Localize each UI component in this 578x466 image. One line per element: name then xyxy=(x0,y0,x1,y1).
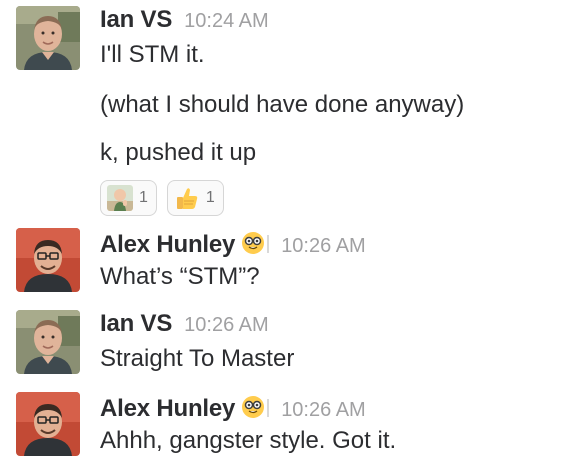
author-name[interactable]: Ian VS xyxy=(100,310,172,338)
message-content: Ian VS 10:24 AM I'll STM it. (what I sho… xyxy=(100,6,578,216)
timestamp[interactable]: 10:26 AM xyxy=(184,314,269,337)
message-header: Alex Hunley 10:26 AM xyxy=(100,228,578,260)
message-header: Ian VS 10:26 AM xyxy=(100,310,578,342)
message-text: Ahhh, gangster style. Got it. xyxy=(100,427,397,454)
avatar[interactable] xyxy=(16,392,80,456)
message-content: Ian VS 10:26 AM Straight To Master xyxy=(100,310,578,374)
reaction-count: 1 xyxy=(139,189,148,206)
author-name[interactable]: Ian VS xyxy=(100,6,172,34)
message-header: Alex Hunley 10:26 AM xyxy=(100,392,578,424)
message-text: What’s “STM”? xyxy=(100,263,260,290)
reaction-count: 1 xyxy=(205,189,215,206)
author-name[interactable]: Alex Hunley xyxy=(100,395,235,423)
message-content: Alex Hunley 10:26 AM Ahhh, gangster styl… xyxy=(100,392,578,456)
reaction-success-kid[interactable]: 1 xyxy=(100,180,157,216)
nerd-face-icon[interactable] xyxy=(241,395,265,419)
avatar[interactable] xyxy=(16,310,80,374)
avatar[interactable] xyxy=(16,228,80,292)
message-content: Alex Hunley 10:26 AM What’s “STM”? xyxy=(100,228,578,292)
message-text: (what I should have done anyway) xyxy=(100,91,465,118)
success-kid-icon xyxy=(107,185,133,211)
message-text: I'll STM it. xyxy=(100,41,205,68)
message-text: Straight To Master xyxy=(100,345,295,372)
reactions: 1 1 xyxy=(100,180,578,216)
timestamp[interactable]: 10:24 AM xyxy=(184,10,269,33)
status-divider xyxy=(267,235,270,253)
message-text: k, pushed it up xyxy=(100,139,257,166)
status-divider xyxy=(267,399,270,417)
timestamp[interactable]: 10:26 AM xyxy=(281,235,366,258)
timestamp[interactable]: 10:26 AM xyxy=(281,399,366,422)
thumbsup-icon xyxy=(174,185,200,211)
message-header: Ian VS 10:24 AM xyxy=(100,6,578,38)
author-name[interactable]: Alex Hunley xyxy=(100,231,235,259)
nerd-face-icon[interactable] xyxy=(241,231,265,255)
avatar[interactable] xyxy=(16,6,80,70)
reaction-thumbsup[interactable]: 1 xyxy=(166,180,224,216)
